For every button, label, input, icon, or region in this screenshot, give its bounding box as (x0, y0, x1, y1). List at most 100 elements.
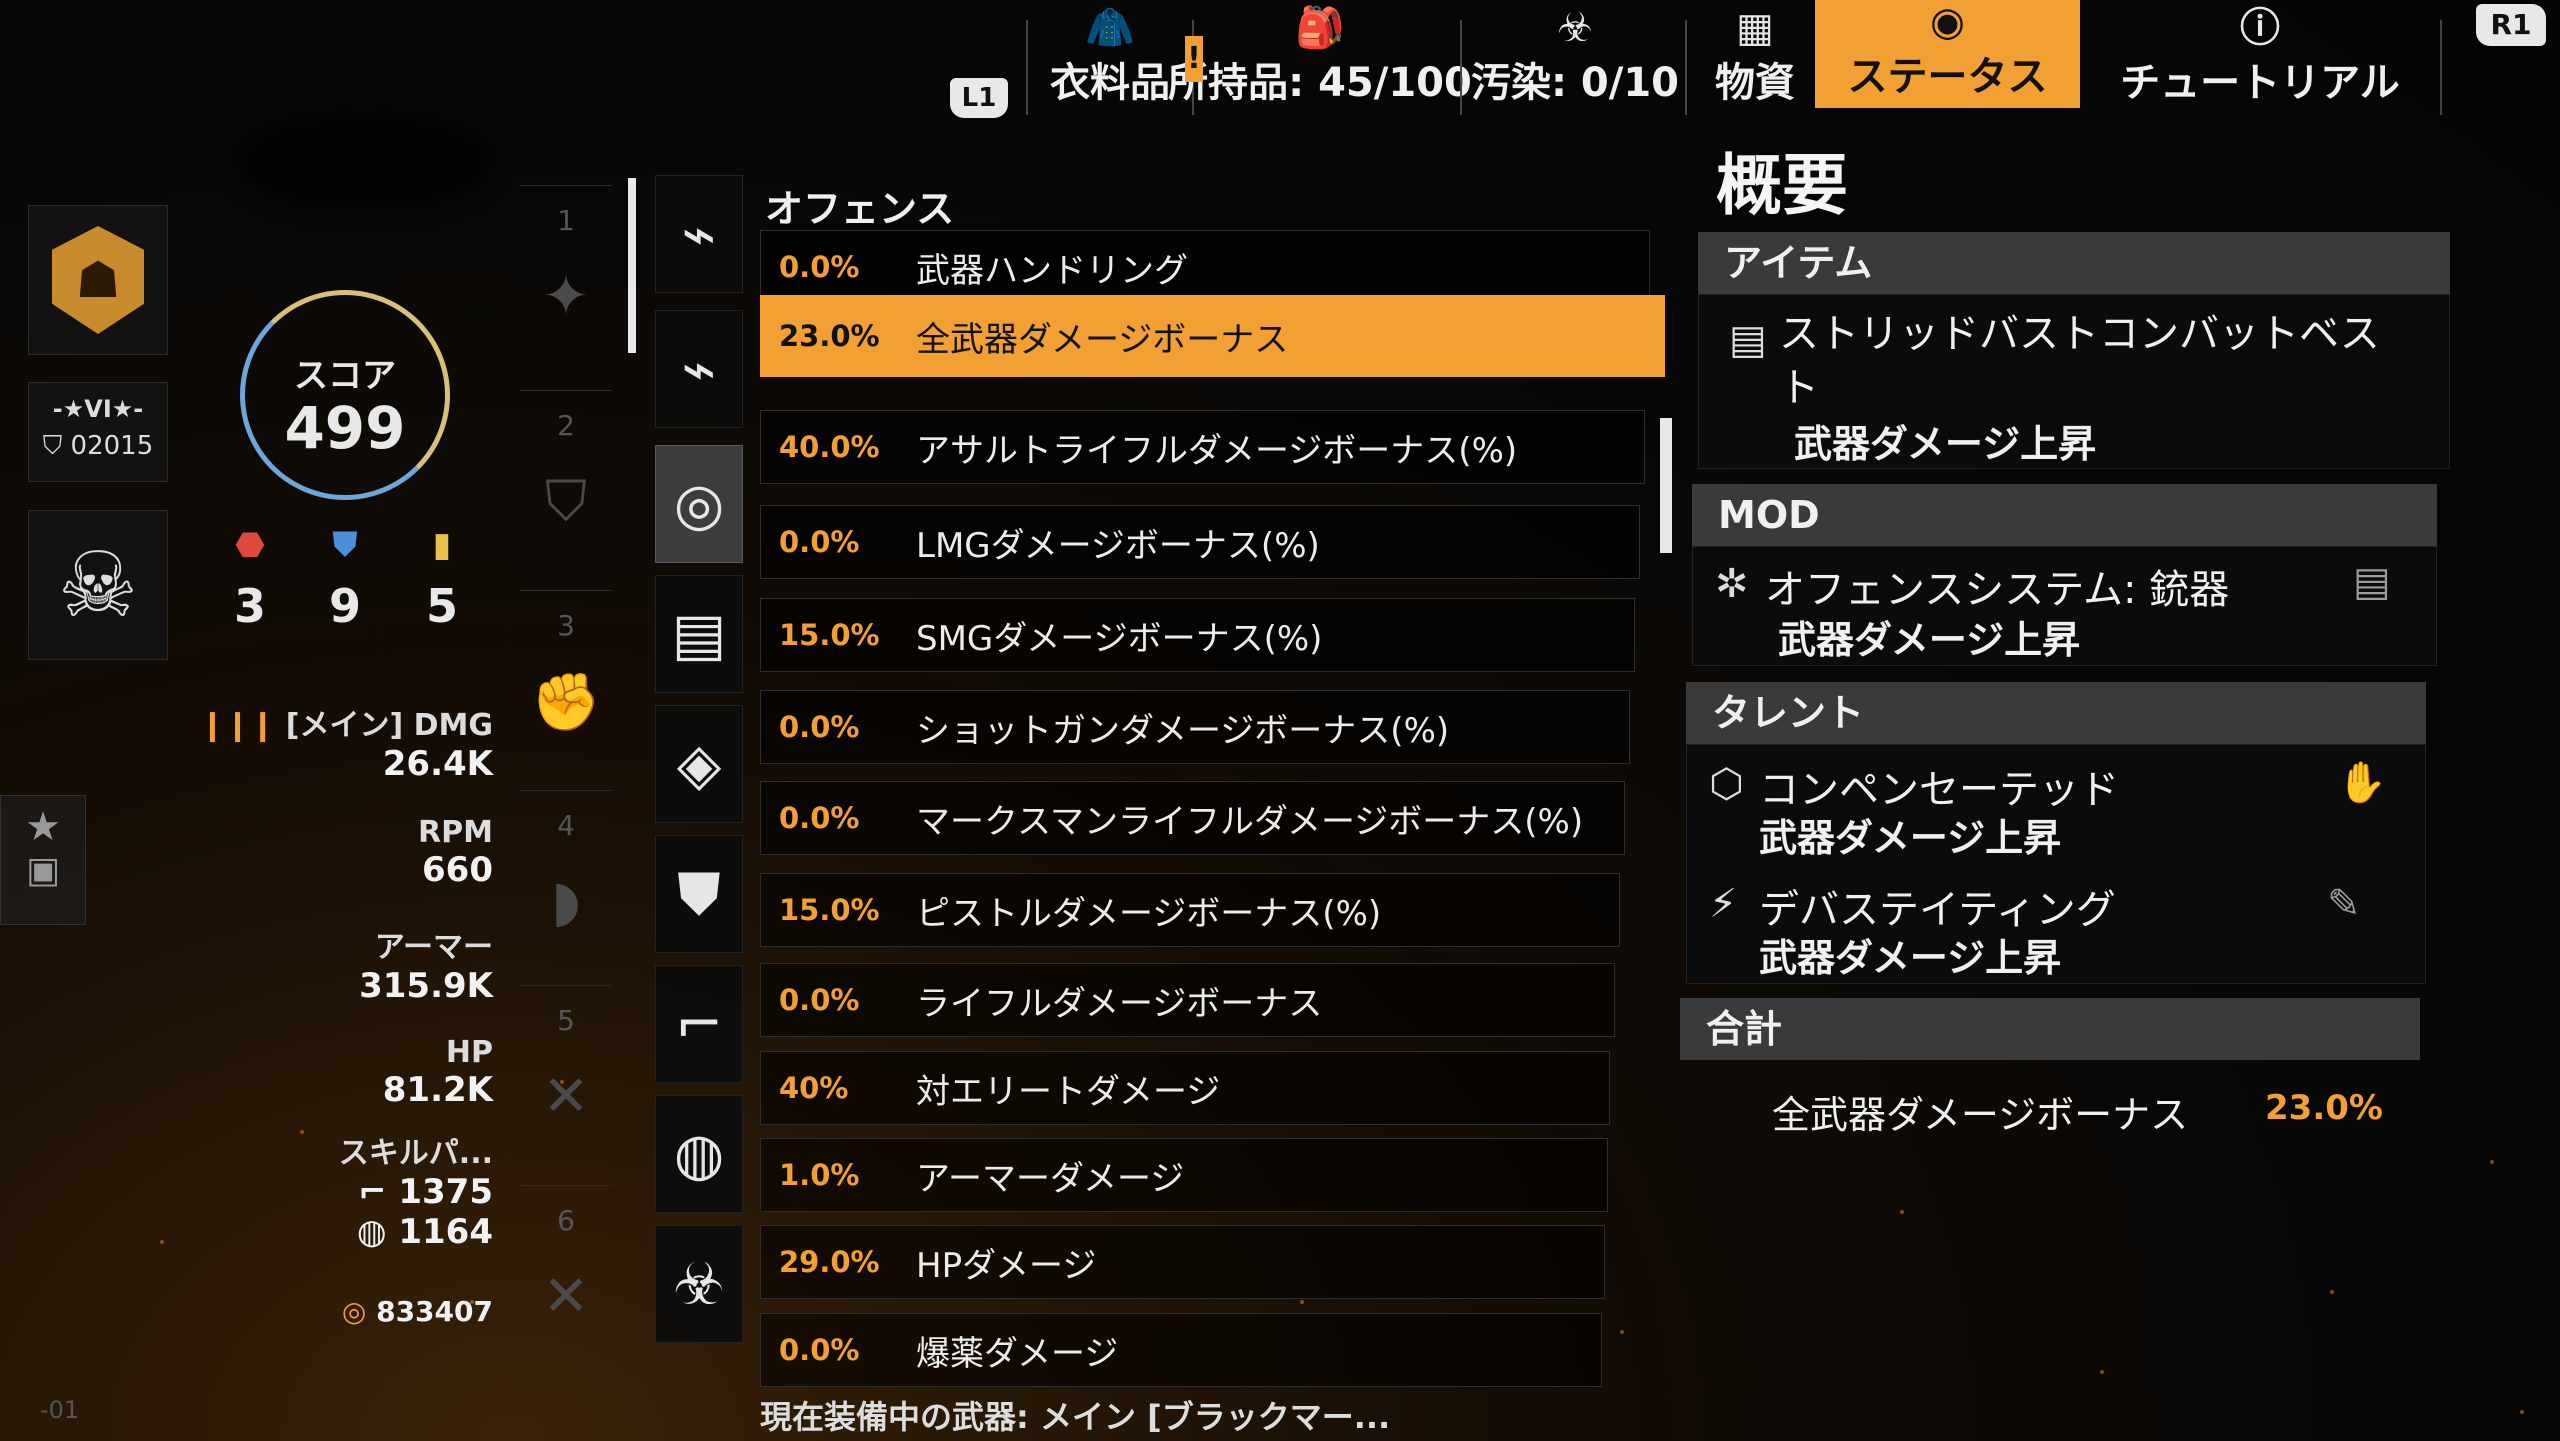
agent-icon: ◍ (673, 1120, 725, 1188)
list-item[interactable]: 1.0% アーマーダメージ (760, 1138, 1608, 1212)
list-item[interactable]: 0.0% ショットガンダメージボーナス(%) (760, 690, 1630, 764)
warning-indicator: ! (1185, 36, 1203, 82)
rpm-value: 660 (422, 850, 493, 890)
loadout-slot[interactable]: 5 ✕ (520, 985, 612, 1175)
mod-chip-icon: ✲ (1715, 561, 1749, 607)
category-drone[interactable]: ◈ (655, 705, 743, 823)
loadout-slot[interactable]: 3 ✊ (520, 590, 612, 780)
slots-scrollbar[interactable] (628, 178, 636, 353)
total-label: 全武器ダメージボーナス (1772, 1093, 2189, 1137)
biohazard-icon: ☣ (1557, 5, 1593, 51)
list-item[interactable]: 15.0% SMGダメージボーナス(%) (760, 598, 1635, 672)
score-label: スコア (294, 356, 396, 396)
info-icon: ⓘ (2240, 5, 2280, 51)
skull-icon: ☠ (57, 532, 139, 638)
tab-tutorial-label: チュートリアル (2120, 60, 2400, 106)
list-item[interactable]: 29.0% HPダメージ (760, 1225, 1605, 1299)
hp-label: HP (445, 1035, 493, 1070)
shield-level-icon: ⛉ (42, 431, 63, 461)
skill-power-value-1: 1375 (398, 1172, 493, 1212)
compensated-talent-icon: ⬡ (1709, 761, 1744, 807)
category-weapon-damage[interactable]: ⌁ (655, 310, 743, 428)
turret-icon: ⌐ (674, 990, 724, 1058)
item-entry[interactable]: ▤ ストリッドバストコンバットベスト 武器ダメージ上昇 (1698, 294, 2450, 469)
list-item[interactable]: 0.0% LMGダメージボーナス(%) (760, 505, 1640, 579)
offense-heading: オフェンス (765, 187, 955, 231)
offense-core-icon: ⬣ (235, 525, 265, 565)
weapon-damage-stat: ❙❙❙ [メイン] DMG 26.4K (200, 700, 493, 784)
category-skills[interactable]: ⌐ (655, 965, 743, 1083)
credits-value: 833407 (376, 1295, 493, 1328)
tab-tutorial[interactable]: ⓘ チュートリアル (2095, 0, 2425, 118)
category-offense[interactable]: ◎ (655, 445, 743, 563)
category-defense[interactable]: ⛊ (655, 835, 743, 953)
loadout-slot[interactable]: 2 ⛉ (520, 390, 612, 580)
weapon-damage-label: [メイン] DMG (285, 708, 493, 743)
hive-icon: ◍ (356, 1212, 399, 1252)
armor-stat: アーマー 315.9K (359, 922, 493, 1006)
mod-entry[interactable]: ✲ オフェンスシステム: 銃器 武器ダメージ上昇 ▤ (1692, 546, 2437, 666)
rpm-label: RPM (418, 815, 493, 850)
list-item-selected[interactable]: 23.0% 全武器ダメージボーナス (760, 295, 1665, 377)
star-icon: ★ (25, 804, 61, 850)
tab-resources[interactable]: ▦ 物資 (1700, 0, 1810, 118)
tab-resources-label: 物資 (1715, 60, 1795, 106)
defense-core-icon: ⛊ (332, 525, 358, 565)
credits-icon: ◎ (341, 1295, 377, 1328)
skill-power-stat: スキルパ... ⌐ 1375 ◍ 1164 (339, 1128, 493, 1252)
list-item[interactable]: 0.0% マークスマンライフルダメージボーナス(%) (760, 781, 1625, 855)
list-item[interactable]: 0.0% 爆薬ダメージ (760, 1313, 1602, 1387)
offense-core-value: 3 (233, 579, 266, 633)
tab-apparel[interactable]: 🧥 衣料品 (1040, 0, 1180, 118)
jacket-icon: 🧥 (1085, 5, 1135, 51)
list-item[interactable]: 15.0% ピストルダメージボーナス(%) (760, 873, 1620, 947)
tiger-icon: ☗ (52, 226, 144, 334)
bandage-icon: ◗ (551, 869, 581, 934)
r1-button-hint: R1 (2476, 4, 2546, 46)
loadout-slot[interactable]: 4 ◗ (520, 790, 612, 980)
rank-number-row: ⛉ 02015 (29, 431, 167, 462)
items-heading: アイテム (1698, 232, 2450, 294)
list-item[interactable]: 0.0% ライフルダメージボーナス (760, 963, 1615, 1037)
fist-icon: ✊ (531, 670, 601, 735)
total-value: 23.0% (2265, 1088, 2383, 1128)
score-value: 499 (284, 394, 406, 462)
tab-status[interactable]: ◉ ステータス (1815, 0, 2080, 108)
rpm-stat: RPM 660 (418, 815, 493, 890)
specialization-emblem: ☠ (28, 510, 168, 660)
rank-number: 02015 (70, 431, 154, 461)
list-item[interactable]: 40.0% アサルトライフルダメージボーナス(%) (760, 410, 1645, 484)
rank-title: -★VI★- (52, 395, 144, 423)
mod-effect: 武器ダメージ上昇 (1778, 618, 2081, 662)
shield-icon: ⛊ (677, 859, 721, 928)
biohazard-icon: ☣ (673, 1250, 725, 1318)
category-gear[interactable]: ▤ (655, 575, 743, 693)
armor-value: 315.9K (359, 966, 493, 1006)
glove-icon: ✋ (2337, 760, 2387, 806)
tab-contamination[interactable]: ☣ 汚染: 0/10 (1471, 0, 1679, 118)
tab-contamination-label: 汚染: 0/10 (1470, 60, 1680, 106)
list-item[interactable]: 40% 対エリートダメージ (760, 1051, 1610, 1125)
ammo-icon: ❙❙❙ (199, 708, 286, 743)
side-shortcuts[interactable]: ★ ▣ (0, 795, 86, 925)
talents-box: ⬡ コンペンセーテッド 武器ダメージ上昇 ✋ ⚡ デバステイティング 武器ダメー… (1686, 744, 2426, 984)
skill-power-value-2: 1164 (398, 1212, 493, 1252)
list-item[interactable]: 0.0% 武器ハンドリング (760, 230, 1650, 304)
loadout-slot[interactable]: 1 ✦ (520, 185, 612, 375)
mod-heading: MOD (1692, 484, 2437, 546)
category-weapon-handling[interactable]: ⌁ (655, 175, 743, 293)
corner-indicator: -01 (40, 1396, 80, 1424)
category-hazard[interactable]: ☣ (655, 1225, 743, 1343)
skill-core: ▮ 5 (412, 525, 472, 633)
loadout-slot[interactable]: 6 ✕ (520, 1185, 612, 1375)
tab-inventory[interactable]: 🎒 所持品: 45/100 (1168, 0, 1472, 118)
skill-power-label: スキルパ... (338, 1136, 493, 1171)
category-agent[interactable]: ◍ (655, 1095, 743, 1213)
stat-list-scrollbar[interactable] (1660, 418, 1672, 553)
rank-card: -★VI★- ⛉ 02015 (28, 382, 168, 482)
rifle-icon: ⌁ (681, 335, 717, 403)
total-heading: 合計 (1680, 998, 2420, 1060)
talent-1-effect: 武器ダメージ上昇 (1759, 816, 2062, 860)
target-icon: ◎ (673, 470, 725, 538)
tab-status-label: ステータス (1847, 54, 2048, 100)
